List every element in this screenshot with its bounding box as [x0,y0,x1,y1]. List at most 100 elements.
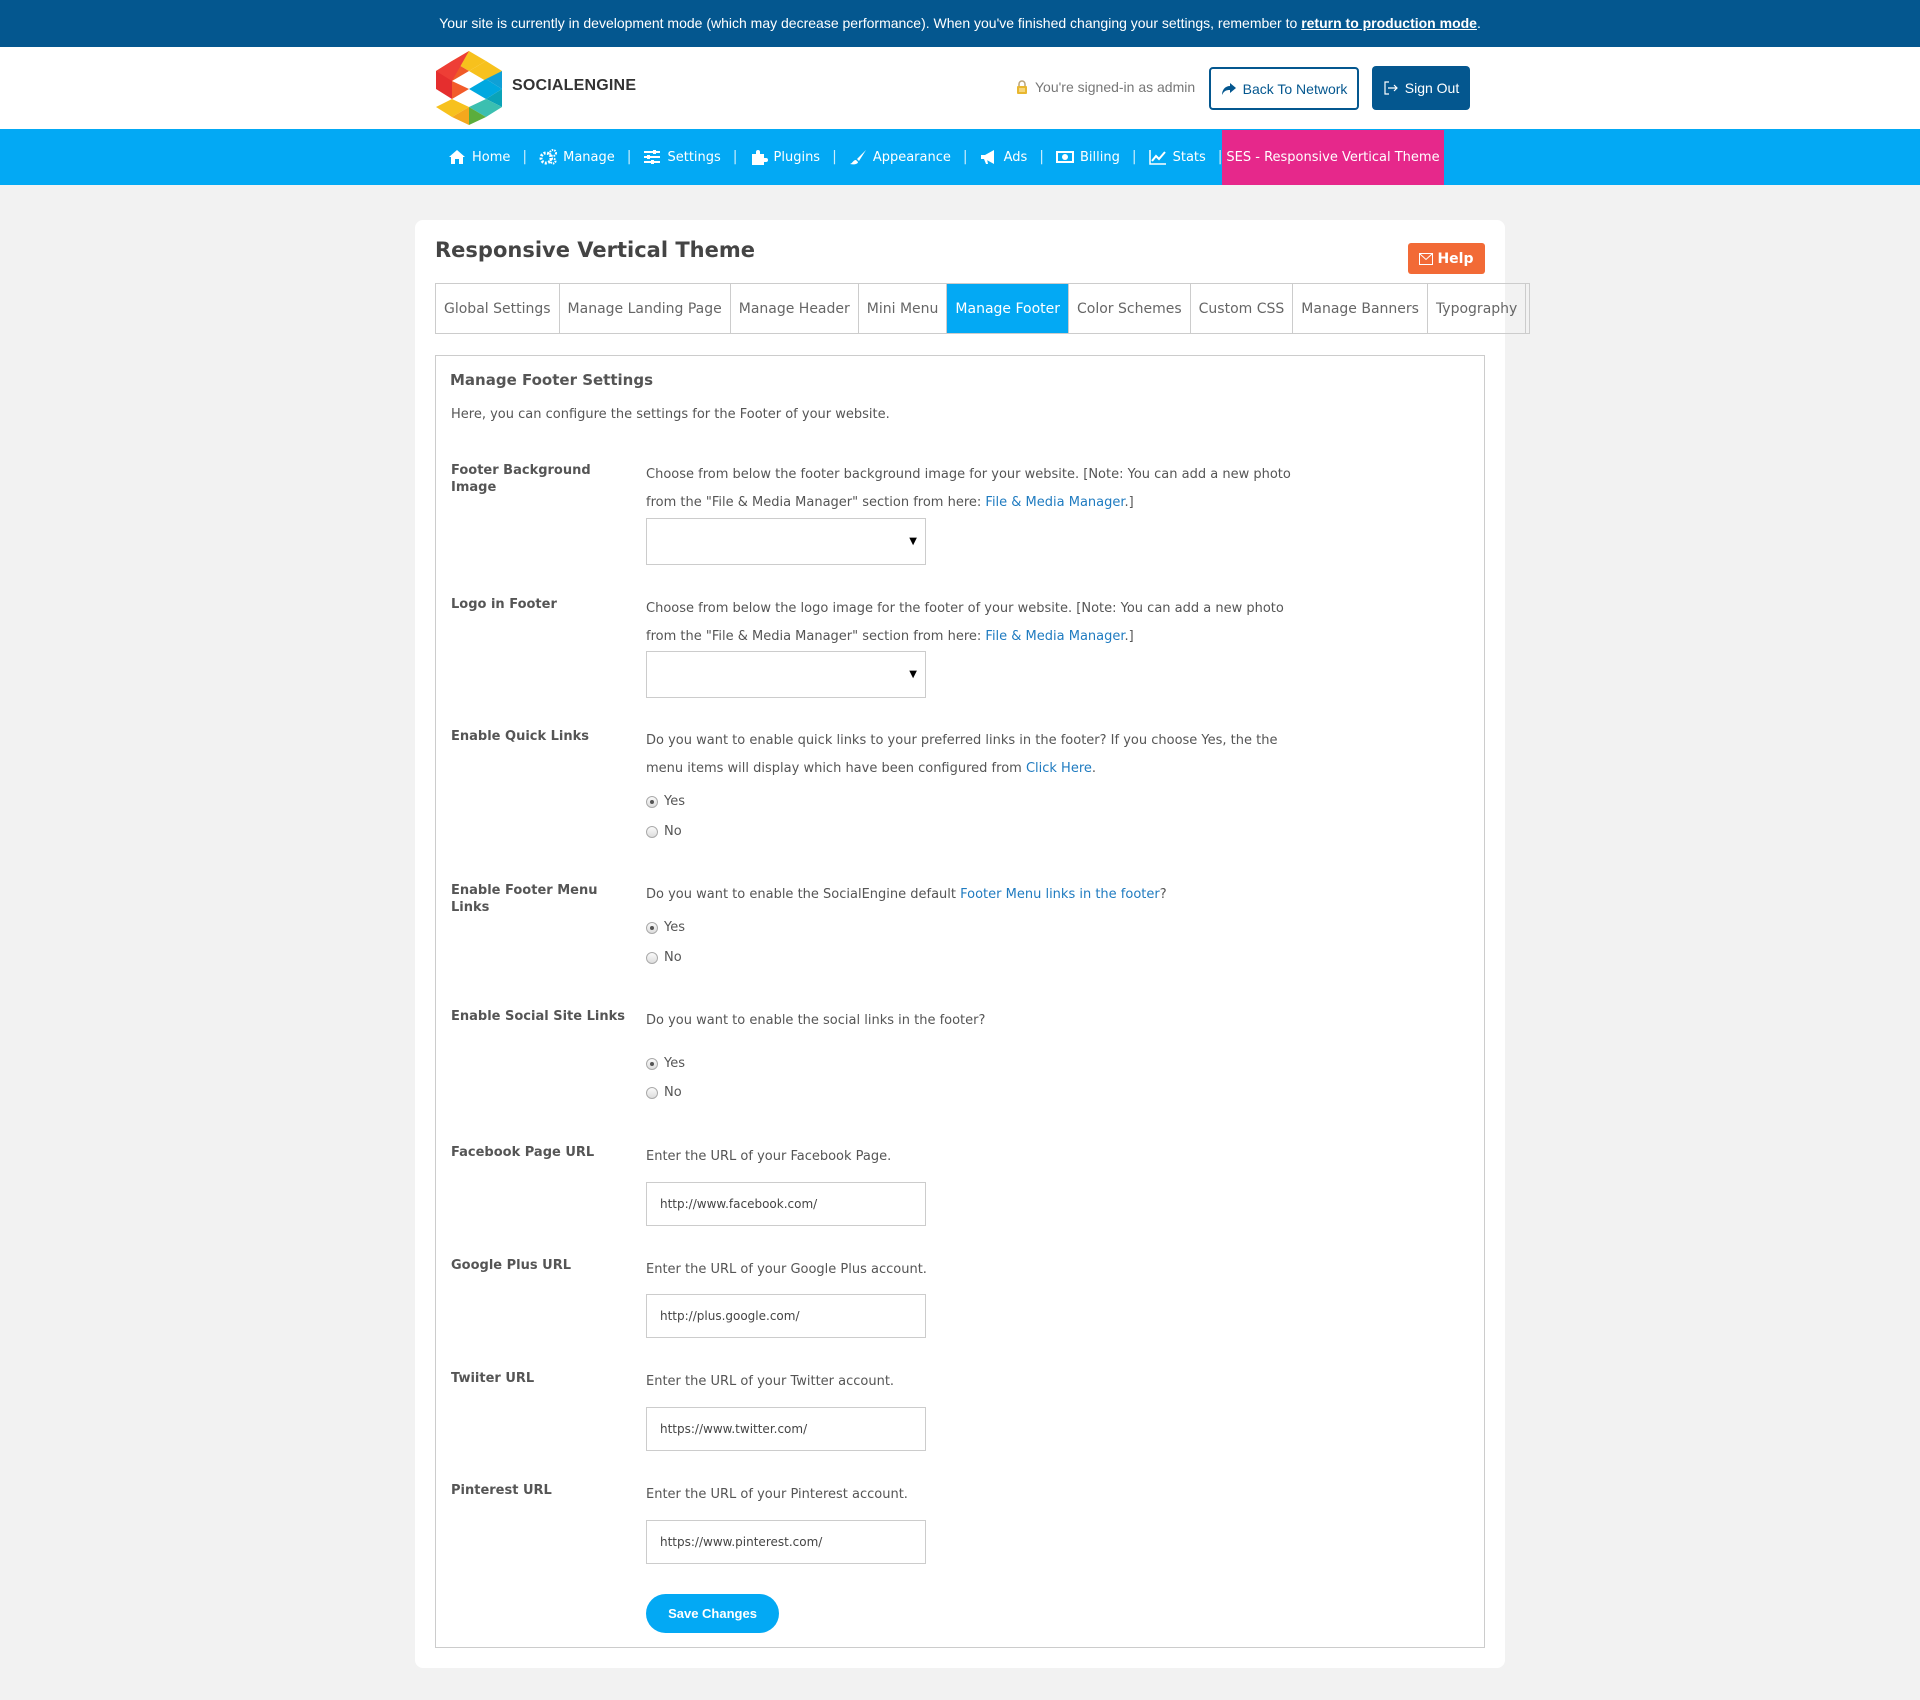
chart-icon [1148,150,1166,165]
home-icon [449,150,465,164]
logo-in-footer-label: Logo in Footer [451,597,557,612]
puzzle-icon [751,150,768,165]
lock-icon [1017,80,1027,94]
save-changes-button[interactable]: Save Changes [646,1594,779,1633]
tab-manage-footer[interactable]: Manage Footer [947,284,1070,333]
desc-text: Choose from below the logo image for the… [646,601,1284,644]
dev-mode-banner: Your site is currently in development mo… [0,0,1920,47]
quick-links-desc: Do you want to enable quick links to you… [646,727,1306,783]
sign-out-label: Sign Out [1404,80,1460,96]
back-to-network-button[interactable]: Back To Network [1209,67,1359,110]
nav-label: Billing [1080,149,1120,165]
twitter-url-label: Twiiter URL [451,1371,535,1386]
tab-global-settings[interactable]: Global Settings [436,284,560,333]
tab-typography[interactable]: Typography [1428,284,1527,333]
quick-links-yes-radio[interactable]: Yes [646,794,685,809]
radio-label: Yes [664,794,685,809]
radio-label: No [664,824,682,839]
twitter-url-desc: Enter the URL of your Twitter account. [646,1374,895,1389]
facebook-url-desc: Enter the URL of your Facebook Page. [646,1149,892,1164]
nav-item-settings[interactable]: Settings [643,149,721,165]
radio-checked-icon [646,921,658,934]
desc-text: Do you want to enable quick links to you… [646,733,1278,776]
nav-item-manage[interactable]: Manage [539,149,615,165]
tab-mini-menu[interactable]: Mini Menu [859,284,948,333]
footer-bg-image-label: Footer Background Image [451,463,591,495]
section-title: Manage Footer Settings [450,371,653,389]
facebook-url-input[interactable]: http://www.facebook.com/ [646,1182,926,1226]
social-links-no-radio[interactable]: No [646,1085,682,1100]
dropdown-arrow-icon: ▼ [909,669,917,680]
nav-separator: | [832,149,837,165]
share-arrow-icon [1221,82,1236,95]
tab-manage-banners[interactable]: Manage Banners [1293,284,1428,333]
signed-in-text: You're signed-in as admin [1035,79,1196,95]
brand-name: SOCIALENGINE [512,77,637,94]
nav-item-ses-responsive-vertical-theme[interactable]: SES - Responsive Vertical Theme [1222,130,1444,185]
tab-manage-landing-page[interactable]: Manage Landing Page [560,284,731,333]
twitter-url-input[interactable]: https://www.twitter.com/ [646,1407,926,1451]
footer-menu-no-radio[interactable]: No [646,950,682,965]
footer-menu-links-link[interactable]: Footer Menu links in the footer [960,887,1160,902]
nav-separator: | [626,149,632,165]
desc-end: . [1091,761,1097,776]
tab-custom-css[interactable]: Custom CSS [1191,284,1294,333]
pinterest-url-label: Pinterest URL [451,1483,552,1498]
social-links-yes-radio[interactable]: Yes [646,1056,685,1071]
help-button[interactable]: Help [1408,243,1485,274]
gears-icon [539,149,558,165]
tab-manage-header[interactable]: Manage Header [731,284,859,333]
radio-label: No [664,950,682,965]
google-plus-url-input[interactable]: http://plus.google.com/ [646,1294,926,1338]
nav-item-billing[interactable]: Billing [1056,149,1120,165]
desc-end: .] [1124,629,1134,644]
radio-unchecked-icon [646,1086,658,1099]
nav-item-appearance[interactable]: Appearance [849,149,951,165]
nav-item-ads[interactable]: Ads [980,149,1028,165]
radio-label: Yes [664,920,685,935]
desc-end: .] [1124,495,1134,510]
quick-links-no-radio[interactable]: No [646,824,682,839]
desc-text: Choose from below the footer background … [646,467,1291,510]
sliders-icon [644,150,661,164]
back-to-network-label: Back To Network [1242,80,1348,97]
logo-in-footer-select[interactable]: ▼ [646,651,926,698]
nav-separator: | [962,149,968,165]
mail-icon [1419,252,1434,265]
file-media-manager-link[interactable]: File & Media Manager [985,629,1124,644]
logo-in-footer-desc: Choose from below the logo image for the… [646,595,1306,651]
header: SOCIALENGINE You're signed-in as admin B… [0,47,1920,129]
radio-checked-icon [646,1057,658,1070]
pinterest-url-desc: Enter the URL of your Pinterest account. [646,1487,908,1502]
nav-separator: | [732,149,738,165]
dropdown-arrow-icon: ▼ [909,536,917,547]
nav-item-stats[interactable]: Stats [1148,149,1206,165]
nav-label: Stats [1172,149,1206,165]
footer-menu-links-label: Enable Footer Menu Links [451,883,598,915]
footer-bg-image-select[interactable]: ▼ [646,518,926,565]
tab-color-schemes[interactable]: Color Schemes [1069,284,1191,333]
nav-item-plugins[interactable]: Plugins [750,149,820,165]
nav-item-home[interactable]: Home [448,149,510,165]
file-media-manager-link[interactable]: File & Media Manager [985,495,1124,510]
megaphone-icon [980,150,994,164]
footer-menu-yes-radio[interactable]: Yes [646,920,685,935]
nav-separator: | [522,149,528,165]
page-title: Responsive Vertical Theme [435,238,755,262]
socialengine-logo[interactable] [436,51,502,125]
nav-label: Ads [1003,149,1028,165]
nav-separator: | [1039,149,1045,165]
dev-mode-message: Your site is currently in development mo… [439,15,1302,31]
google-plus-url-desc: Enter the URL of your Google Plus accoun… [646,1262,927,1277]
production-mode-link[interactable]: return to production mode [1301,15,1477,31]
click-here-link[interactable]: Click Here [1026,761,1092,776]
signed-in-status: You're signed-in as admin [1015,79,1195,95]
pinterest-url-input[interactable]: https://www.pinterest.com/ [646,1520,926,1564]
radio-checked-icon [646,795,658,808]
sign-out-button[interactable]: Sign Out [1372,66,1470,110]
tab-bar: Global Settings Manage Landing Page Mana… [435,283,1531,334]
desc-text: Do you want to enable the SocialEngine d… [646,887,961,902]
facebook-url-label: Facebook Page URL [451,1145,595,1160]
quick-links-label: Enable Quick Links [451,729,590,744]
section-intro: Here, you can configure the settings for… [451,407,890,422]
